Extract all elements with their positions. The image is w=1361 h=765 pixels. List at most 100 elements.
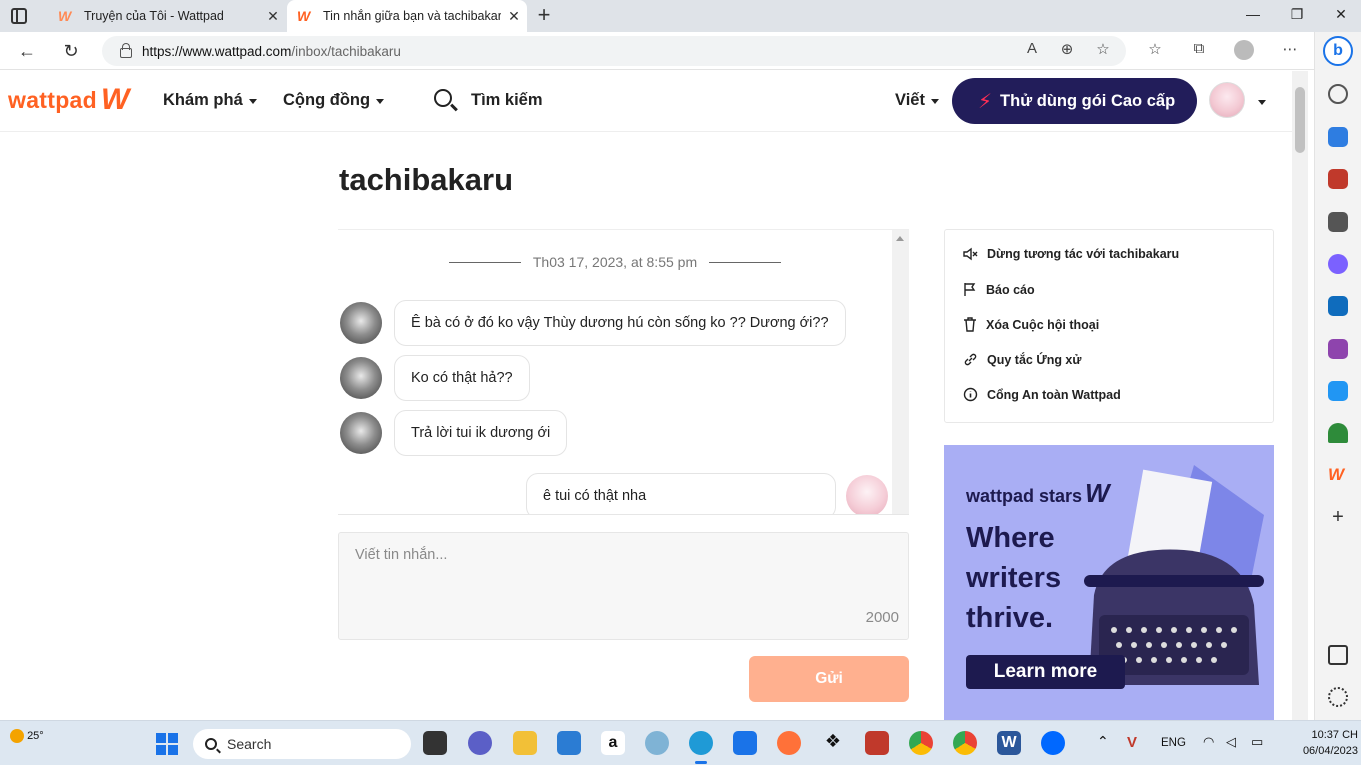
chrome-icon[interactable] xyxy=(909,731,933,755)
tools-icon[interactable] xyxy=(1328,169,1348,189)
tree-icon[interactable] xyxy=(1328,423,1348,443)
message-item-mine: ê tui có thật nha xyxy=(526,473,888,514)
my-avatar[interactable] xyxy=(846,475,888,514)
tab-inbox[interactable]: W Tin nhắn giữa bạn và tachibakaru ✕ xyxy=(287,0,527,32)
mute-user-option[interactable]: Dừng tương tác với tachibakaru xyxy=(963,247,1179,261)
close-tab-icon[interactable]: ✕ xyxy=(260,8,286,25)
thread-scrollbar[interactable] xyxy=(892,230,909,514)
back-arrow-icon[interactable]: ← xyxy=(16,40,38,62)
url-path: /inbox/tachibakaru xyxy=(291,43,401,59)
message-bubble: Ko có thật hả?? xyxy=(394,355,530,401)
add-app-icon[interactable]: + xyxy=(1328,507,1348,527)
task-view-icon[interactable] xyxy=(423,731,447,755)
file-explorer-icon[interactable] xyxy=(513,731,537,755)
zoom-icon[interactable]: ⊕ xyxy=(1057,40,1077,60)
more-options-icon[interactable]: ⋯ xyxy=(1280,40,1300,60)
refresh-icon[interactable]: ↻ xyxy=(60,40,82,62)
close-tab-icon[interactable]: ✕ xyxy=(501,8,527,25)
zalo-icon[interactable] xyxy=(1041,731,1065,755)
battery-icon[interactable]: ▭ xyxy=(1251,734,1263,750)
wattpad-stars-ad[interactable]: wattpad stars W Where writers thrive. Lea… xyxy=(944,445,1274,720)
restore-icon[interactable]: ❐ xyxy=(1287,6,1307,23)
message-thread: Th03 17, 2023, at 8:55 pm Ê bà có ở đó k… xyxy=(338,229,909,515)
outlook-icon[interactable] xyxy=(1328,296,1348,316)
weather-widget[interactable]: 25° xyxy=(10,729,44,743)
chat-icon[interactable] xyxy=(468,731,492,755)
search-icon[interactable] xyxy=(1328,84,1348,104)
lock-icon xyxy=(120,43,132,58)
scrollbar-thumb[interactable] xyxy=(1295,87,1305,153)
edge-sidebar: W + xyxy=(1314,32,1361,720)
games-icon[interactable] xyxy=(1328,212,1348,232)
link-icon xyxy=(964,353,977,366)
clock[interactable]: 10:37 CH 06/04/2023 xyxy=(1300,727,1358,759)
safety-portal-option[interactable]: Cổng An toàn Wattpad xyxy=(963,387,1121,402)
chrome-profile-icon[interactable] xyxy=(953,731,977,755)
chevron-down-icon xyxy=(1258,100,1266,105)
amazon-icon[interactable]: a xyxy=(601,731,625,755)
ad-brand: wattpad stars W xyxy=(966,478,1110,508)
tab-actions-icon[interactable] xyxy=(11,8,27,24)
browser-icon[interactable] xyxy=(645,731,669,755)
office-icon[interactable] xyxy=(1328,254,1348,274)
read-aloud-icon[interactable]: A xyxy=(1022,40,1042,60)
word-icon[interactable]: W xyxy=(997,731,1021,755)
bing-copilot-icon[interactable]: b xyxy=(1323,36,1353,66)
wattpad-logo[interactable]: wattpad W xyxy=(8,85,129,115)
nav-explore[interactable]: Khám phá xyxy=(163,91,257,110)
sender-avatar[interactable] xyxy=(340,412,382,454)
try-premium-button[interactable]: ⚡ Thử dùng gói Cao cấp xyxy=(952,78,1197,124)
wattpad-w-icon: W xyxy=(101,83,130,116)
tray-chevron-icon[interactable]: ⌃ xyxy=(1097,733,1109,750)
store-icon[interactable] xyxy=(557,731,581,755)
settings-gear-icon[interactable] xyxy=(1328,687,1348,707)
report-option[interactable]: Báo cáo xyxy=(963,282,1035,297)
wattpad-favicon-icon: W xyxy=(297,8,311,24)
minimize-icon[interactable]: — xyxy=(1243,6,1263,22)
sidebar-toggle-icon[interactable] xyxy=(1328,645,1348,665)
designer-icon[interactable] xyxy=(1328,339,1348,359)
close-window-icon[interactable]: ✕ xyxy=(1331,6,1351,23)
favorites-icon[interactable]: ☆ xyxy=(1145,40,1165,60)
message-input[interactable] xyxy=(339,533,908,639)
url-field[interactable]: https://www.wattpad.com/inbox/tachibakar… xyxy=(102,36,1126,66)
profile-icon[interactable] xyxy=(1234,40,1254,60)
page-scrollbar[interactable] xyxy=(1292,71,1308,720)
shopping-icon[interactable] xyxy=(1328,127,1348,147)
language-indicator[interactable]: ENG xyxy=(1161,737,1186,749)
delete-conversation-option[interactable]: Xóa Cuộc hội thoại xyxy=(963,317,1099,332)
wifi-icon[interactable]: ◠ xyxy=(1203,734,1214,750)
scroll-up-icon[interactable] xyxy=(896,236,904,241)
wattpad-header: wattpad W Khám phá Cộng đồng Tìm kiếm Vi… xyxy=(0,71,1292,132)
sender-avatar[interactable] xyxy=(340,302,382,344)
wattpad-app-icon[interactable]: W xyxy=(1328,465,1348,485)
search-icon[interactable] xyxy=(434,89,452,107)
message-bubble: Ê bà có ở đó ko vậy Thùy dương hú còn số… xyxy=(394,300,846,346)
send-icon[interactable] xyxy=(1328,381,1348,401)
learn-more-button[interactable]: Learn more xyxy=(966,655,1125,689)
app-icon[interactable] xyxy=(865,731,889,755)
search-label[interactable]: Tìm kiếm xyxy=(471,91,543,110)
nav-write[interactable]: Viết xyxy=(895,91,939,110)
dropbox-icon[interactable]: ❖ xyxy=(821,731,845,755)
edge-icon[interactable] xyxy=(689,731,713,764)
collections-icon[interactable]: ⧉ xyxy=(1189,40,1209,60)
tab-title: Truyện của Tôi - Wattpad xyxy=(84,9,224,23)
send-button[interactable]: Gửi xyxy=(749,656,909,702)
account-menu-toggle[interactable] xyxy=(1252,98,1266,105)
add-favorite-icon[interactable]: ☆ xyxy=(1093,40,1113,60)
firefox-icon[interactable] xyxy=(777,731,801,755)
start-button[interactable] xyxy=(156,733,178,755)
sender-avatar[interactable] xyxy=(340,357,382,399)
taskbar-search[interactable]: Search xyxy=(193,729,411,759)
photos-icon[interactable] xyxy=(733,731,757,755)
tab-title: Tin nhắn giữa bạn và tachibakaru xyxy=(323,9,501,23)
user-avatar[interactable] xyxy=(1209,82,1245,118)
new-tab-button[interactable]: + xyxy=(532,4,556,28)
nav-community[interactable]: Cộng đồng xyxy=(283,91,385,110)
unikey-icon[interactable]: V xyxy=(1127,734,1137,751)
volume-icon[interactable]: ◁ xyxy=(1226,734,1236,750)
code-of-conduct-option[interactable]: Quy tắc Ứng xử xyxy=(963,352,1081,367)
tab-my-stories[interactable]: W Truyện của Tôi - Wattpad ✕ xyxy=(48,0,286,32)
date-separator: Th03 17, 2023, at 8:55 pm xyxy=(338,254,892,270)
